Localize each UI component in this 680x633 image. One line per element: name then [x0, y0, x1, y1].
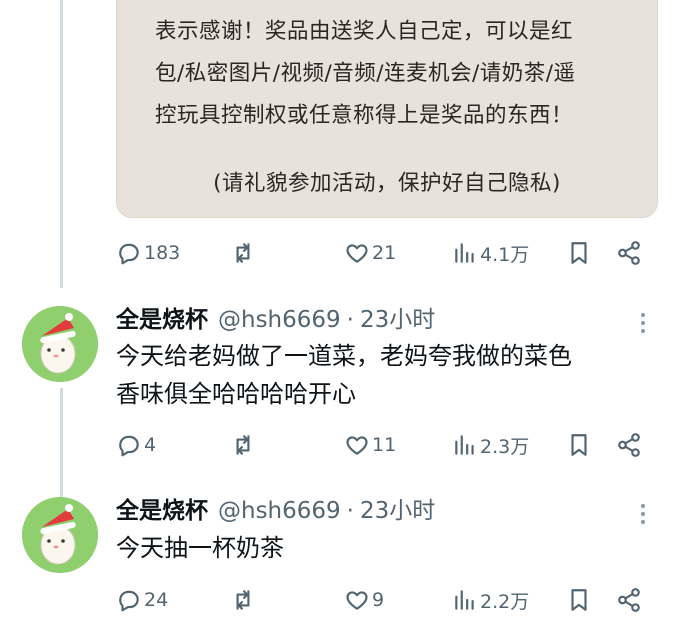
views-count: 2.3万	[480, 435, 530, 458]
views-count: 2.2万	[480, 590, 530, 613]
card-line-1: 表示感谢！奖品由送奖人自己定，可以是红	[155, 19, 574, 44]
retweet-icon	[236, 590, 250, 610]
reply-count: 24	[144, 589, 169, 611]
views-count: 4.1万	[480, 243, 530, 266]
reply-button[interactable]: 183	[116, 238, 180, 268]
reply-icon	[119, 435, 139, 457]
separator-dot: ·	[346, 498, 354, 524]
separator-dot: ·	[346, 307, 354, 333]
share-icon	[618, 588, 640, 612]
thread-line	[60, 388, 63, 498]
reply-2-text: 今天抽一杯奶茶	[116, 529, 284, 567]
avatar-bear-icon	[22, 306, 98, 382]
like-button[interactable]: 21	[344, 238, 396, 268]
bookmark-icon	[571, 434, 587, 456]
like-icon	[346, 436, 368, 455]
thread-line	[60, 0, 63, 288]
avatar[interactable]	[22, 306, 98, 382]
bookmark-button[interactable]	[566, 585, 592, 615]
bookmark-button[interactable]	[566, 430, 592, 460]
post-time[interactable]: 23小时	[360, 300, 435, 334]
more-icon	[636, 504, 650, 524]
reply-2-action-bar: 24 9 2.2万	[116, 585, 656, 615]
card-note: (请礼貌参加活动，保护好自己隐私)	[213, 171, 561, 196]
reply-icon	[119, 243, 139, 265]
more-options-button[interactable]	[636, 501, 650, 529]
share-button[interactable]	[616, 585, 642, 615]
views-button[interactable]: 4.1万	[452, 238, 529, 268]
reply-1-header: 全是烧杯 @hsh6669 · 23小时	[116, 300, 435, 334]
like-count: 11	[372, 434, 397, 456]
reply-1-action-bar: 4 11 2.3万	[116, 430, 656, 460]
reply-button[interactable]: 4	[116, 430, 156, 460]
views-icon	[455, 243, 474, 263]
more-icon	[636, 313, 650, 333]
avatar[interactable]	[22, 497, 98, 573]
views-icon	[455, 590, 474, 610]
display-name[interactable]: 全是烧杯	[116, 491, 208, 525]
like-icon	[346, 591, 368, 610]
retweet-button[interactable]	[230, 238, 256, 268]
reply-1-text-line-1: 今天给老妈做了一道菜，老妈夸我做的菜色	[116, 342, 572, 370]
reply-count: 183	[144, 242, 181, 264]
views-icon	[455, 435, 474, 455]
more-options-button[interactable]	[636, 310, 650, 338]
reply-button[interactable]: 24	[116, 585, 168, 615]
reply-2-header: 全是烧杯 @hsh6669 · 23小时	[116, 491, 435, 525]
card-line-2: 包/私密图片/视频/音频/连麦机会/请奶茶/遥	[155, 61, 576, 86]
retweet-button[interactable]	[230, 430, 256, 460]
reply-icon	[119, 590, 139, 612]
share-button[interactable]	[616, 430, 642, 460]
bookmark-button[interactable]	[566, 238, 592, 268]
retweet-icon	[236, 435, 250, 455]
reply-1-text: 今天给老妈做了一道菜，老妈夸我做的菜色 香味俱全哈哈哈哈开心	[116, 337, 572, 413]
share-icon	[618, 433, 640, 457]
bookmark-icon	[571, 242, 587, 264]
like-count: 9	[372, 589, 385, 611]
quoted-image-card[interactable]: 表示感谢！奖品由送奖人自己定，可以是红 包/私密图片/视频/音频/连麦机会/请奶…	[116, 0, 658, 218]
reply-2-text-line-1: 今天抽一杯奶茶	[116, 534, 284, 562]
views-button[interactable]: 2.2万	[452, 585, 529, 615]
reply-1-text-line-2: 香味俱全哈哈哈哈开心	[116, 380, 356, 408]
bookmark-icon	[571, 589, 587, 611]
share-button[interactable]	[616, 238, 642, 268]
like-icon	[346, 244, 368, 263]
card-line-3: 控玩具控制权或任意称得上是奖品的东西！	[155, 103, 574, 128]
post-time[interactable]: 23小时	[360, 491, 435, 525]
like-button[interactable]: 11	[344, 430, 396, 460]
like-count: 21	[372, 242, 397, 264]
user-handle[interactable]: @hsh6669	[218, 498, 341, 524]
views-button[interactable]: 2.3万	[452, 430, 529, 460]
retweet-icon	[236, 243, 250, 263]
display-name[interactable]: 全是烧杯	[116, 300, 208, 334]
retweet-button[interactable]	[230, 585, 256, 615]
reply-count: 4	[144, 434, 157, 456]
avatar-bear-icon	[22, 497, 98, 573]
user-handle[interactable]: @hsh6669	[218, 307, 341, 333]
like-button[interactable]: 9	[344, 585, 384, 615]
post-action-bar: 183 21 4.1万	[116, 238, 656, 268]
share-icon	[618, 241, 640, 265]
